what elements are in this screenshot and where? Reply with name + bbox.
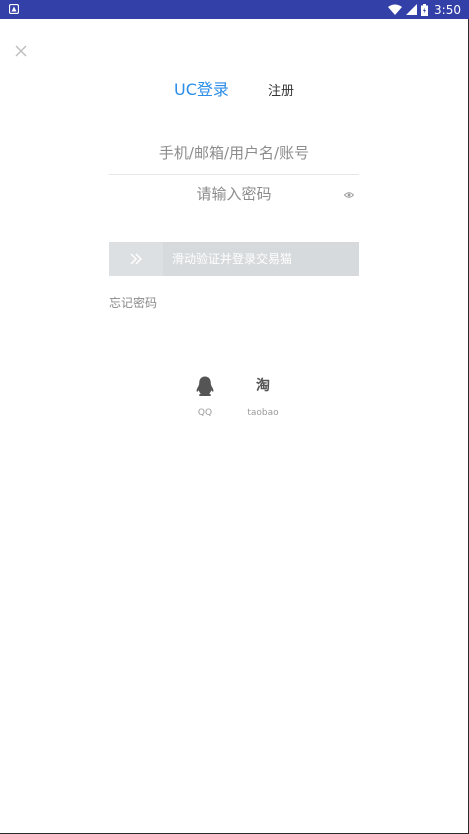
tab-uc-login[interactable]: UC登录 xyxy=(174,76,229,100)
forgot-password-link[interactable]: 忘记密码 xyxy=(109,294,157,311)
tab-register[interactable]: 注册 xyxy=(268,80,294,99)
status-icons: 3:50 xyxy=(388,0,461,19)
double-chevron-right-icon xyxy=(130,253,142,265)
taobao-icon: 淘 xyxy=(256,378,270,394)
status-bar: 3:50 xyxy=(0,0,469,19)
qq-login-label: QQ xyxy=(197,408,213,418)
login-screen: 3:50 UC登录 注册 滑动验证并登录交易猫 忘记密码 QQ 淘 taobao xyxy=(0,0,469,834)
password-input[interactable] xyxy=(109,175,359,213)
taobao-login-button[interactable]: 淘 taobao xyxy=(238,375,288,418)
slide-verify-track[interactable]: 滑动验证并登录交易猫 xyxy=(109,242,359,276)
qq-login-button[interactable]: QQ xyxy=(180,375,230,418)
app-notification-icon xyxy=(9,4,19,14)
taobao-login-label: taobao xyxy=(247,408,279,418)
battery-icon xyxy=(421,3,429,16)
slide-verify-handle[interactable] xyxy=(109,242,163,276)
close-icon[interactable] xyxy=(13,43,29,59)
status-time: 3:50 xyxy=(434,2,461,17)
wifi-icon xyxy=(388,4,403,15)
account-input[interactable] xyxy=(109,132,359,175)
signal-icon xyxy=(406,4,418,15)
qq-penguin-icon xyxy=(196,376,214,397)
eye-icon[interactable] xyxy=(344,191,354,199)
slide-verify-label: 滑动验证并登录交易猫 xyxy=(172,252,293,266)
